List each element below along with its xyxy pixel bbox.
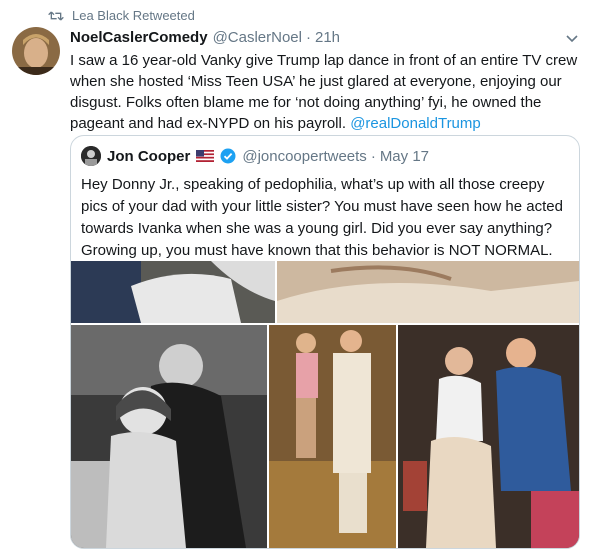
photo-bottom-right[interactable]	[398, 325, 579, 548]
quoted-tweet[interactable]: Jon Cooper @joncoopertweets · May 17 Hey…	[70, 135, 580, 549]
us-flag-icon	[196, 150, 215, 162]
quoted-header: Jon Cooper @joncoopertweets · May 17	[81, 146, 429, 166]
quoted-date[interactable]: May 17	[380, 148, 429, 165]
quoted-text: Hey Donny Jr., speaking of pedophilia, w…	[81, 176, 563, 259]
photo-bottom-left[interactable]	[71, 325, 267, 548]
quoted-author-name[interactable]: Jon Cooper	[107, 148, 190, 165]
retweet-label: Lea Black Retweeted	[72, 8, 195, 23]
photo-top-right[interactable]	[277, 261, 579, 323]
tweet-header: NoelCaslerComedy @CaslerNoel · 21h	[70, 29, 585, 46]
verified-badge-icon	[220, 148, 236, 164]
quoted-avatar-image	[81, 146, 101, 166]
retweet-icon	[48, 11, 64, 20]
tweet-body-text: I saw a 16 year-old Vanky give Trump lap…	[70, 52, 578, 132]
author-avatar[interactable]	[12, 27, 60, 75]
photo-bottom-middle[interactable]	[269, 325, 396, 548]
quoted-avatar[interactable]	[81, 146, 101, 166]
tweet-time[interactable]: 21h	[315, 29, 340, 46]
author-name[interactable]: NoelCaslerComedy	[70, 29, 208, 46]
separator: ·	[305, 29, 311, 46]
author-handle[interactable]: @CaslerNoel	[213, 29, 302, 46]
mention-link[interactable]: @realDonaldTrump	[350, 115, 481, 132]
photo-collage[interactable]	[71, 261, 579, 548]
quoted-separator: ·	[370, 147, 376, 165]
photo-top-left[interactable]	[71, 261, 275, 323]
retweet-context[interactable]: Lea Black Retweeted	[48, 8, 195, 23]
quoted-author-handle[interactable]: @joncoopertweets	[242, 148, 366, 165]
tweet-text: I saw a 16 year-old Vanky give Trump lap…	[70, 50, 578, 134]
avatar-image	[12, 27, 60, 75]
chevron-down-icon[interactable]	[565, 31, 579, 45]
